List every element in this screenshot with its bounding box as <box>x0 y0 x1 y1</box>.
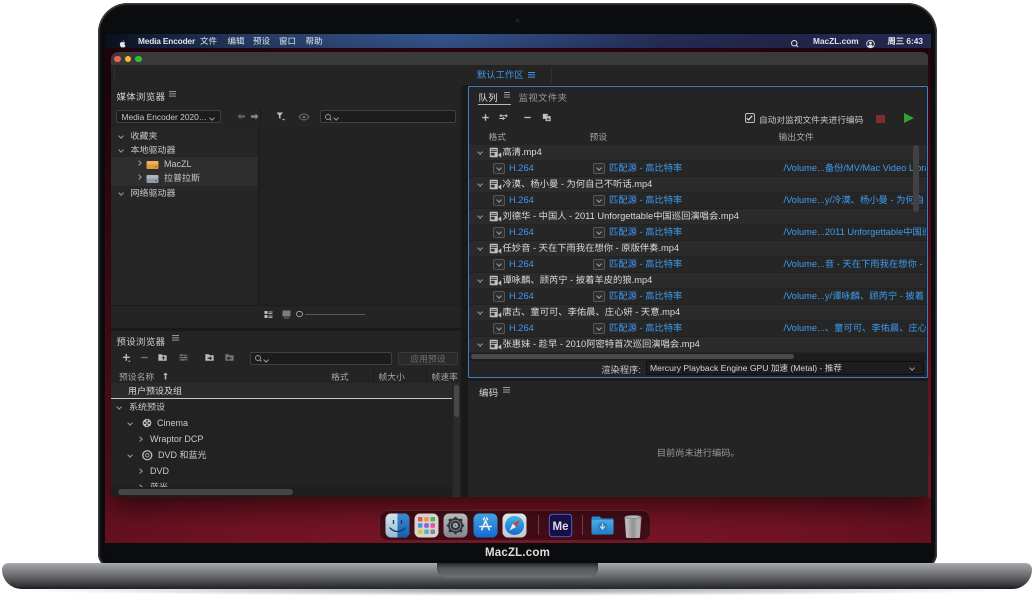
svg-text:Me: Me <box>552 520 568 532</box>
